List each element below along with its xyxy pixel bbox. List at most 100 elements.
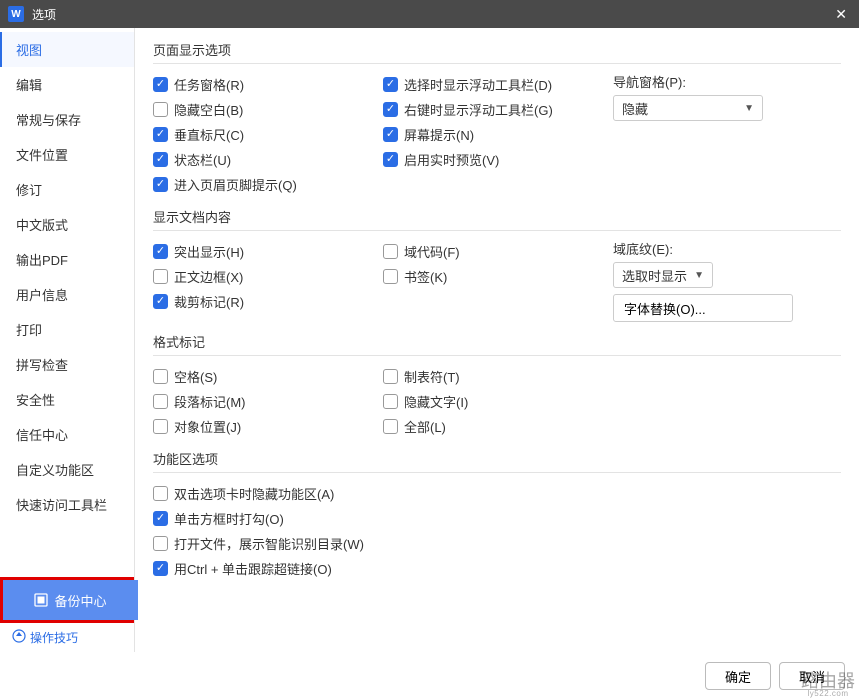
checkbox-label: 双击选项卡时隐藏功能区(A) [174,484,334,503]
checkbox-box [153,77,168,92]
checkbox[interactable]: 用Ctrl + 单击跟踪超链接(O) [153,559,841,578]
section-title: 格式标记 [153,332,841,356]
checkbox-box [153,294,168,309]
checkbox-box [383,77,398,92]
sidebar-item[interactable]: 拼写检查 [0,347,134,382]
checkbox-label: 隐藏空白(B) [174,100,243,119]
tips-link[interactable]: 操作技巧 [0,623,134,652]
titlebar: W 选项 ✕ [0,0,859,28]
sidebar-item[interactable]: 常规与保存 [0,102,134,137]
chevron-down-icon: ▼ [744,103,754,114]
sidebar-item[interactable]: 信任中心 [0,417,134,452]
nav-pane-value: 隐藏 [622,99,648,118]
checkbox[interactable]: 全部(L) [383,417,613,436]
checkbox[interactable]: 域代码(F) [383,242,613,261]
checkbox-box [383,102,398,117]
checkbox-box [153,269,168,284]
checkbox-label: 空格(S) [174,367,217,386]
section-format-marks: 格式标记 空格(S) 段落标记(M) 对象位置(J) 制表符(T) 隐藏文字(I) 全部… [153,332,841,439]
checkbox[interactable]: 任务窗格(R) [153,75,383,94]
sidebar-item[interactable]: 编辑 [0,67,134,102]
checkbox[interactable]: 状态栏(U) [153,150,383,169]
sidebar-item[interactable]: 中文版式 [0,207,134,242]
checkbox-box [153,369,168,384]
checkbox-label: 屏幕提示(N) [404,125,474,144]
checkbox[interactable]: 双击选项卡时隐藏功能区(A) [153,484,841,503]
sidebar-item[interactable]: 自定义功能区 [0,452,134,487]
app-icon: W [8,6,24,22]
section-title: 功能区选项 [153,449,841,473]
sidebar-item[interactable]: 修订 [0,172,134,207]
field-shading-select[interactable]: 选取时显示 ▼ [613,262,713,288]
checkbox[interactable]: 隐藏空白(B) [153,100,383,119]
checkbox[interactable]: 书签(K) [383,267,613,286]
sidebar-item[interactable]: 快速访问工具栏 [0,487,134,522]
sidebar-item[interactable]: 用户信息 [0,277,134,312]
font-substitution-button[interactable]: 字体替换(O)... [613,294,793,322]
checkbox-box [153,394,168,409]
checkbox-box [153,152,168,167]
checkbox-label: 突出显示(H) [174,242,244,261]
checkbox[interactable]: 制表符(T) [383,367,613,386]
checkbox-label: 右键时显示浮动工具栏(G) [404,100,553,119]
checkbox-label: 任务窗格(R) [174,75,244,94]
checkbox-label: 制表符(T) [404,367,460,386]
checkbox-label: 域代码(F) [404,242,460,261]
field-shading-value: 选取时显示 [622,266,687,285]
checkbox-label: 全部(L) [404,417,446,436]
sidebar-item[interactable]: 打印 [0,312,134,347]
cancel-button[interactable]: 取消 [779,662,845,690]
checkbox[interactable]: 对象位置(J) [153,417,383,436]
checkbox[interactable]: 单击方框时打勾(O) [153,509,841,528]
options-dialog: W 选项 ✕ 视图编辑常规与保存文件位置修订中文版式输出PDF用户信息打印拼写检… [0,0,859,700]
checkbox-label: 垂直标尺(C) [174,125,244,144]
checkbox[interactable]: 屏幕提示(N) [383,125,613,144]
checkbox[interactable]: 突出显示(H) [153,242,383,261]
tips-label: 操作技巧 [30,629,78,646]
checkbox-label: 正文边框(X) [174,267,243,286]
checkbox[interactable]: 裁剪标记(R) [153,292,383,311]
checkbox[interactable]: 选择时显示浮动工具栏(D) [383,75,613,94]
checkbox-box [153,536,168,551]
backup-label: 备份中心 [54,591,106,610]
checkbox[interactable]: 段落标记(M) [153,392,383,411]
checkbox[interactable]: 打开文件，展示智能识别目录(W) [153,534,841,553]
sidebar-item[interactable]: 输出PDF [0,242,134,277]
checkbox-box [153,177,168,192]
backup-highlight: 备份中心 [0,577,134,623]
checkbox[interactable]: 右键时显示浮动工具栏(G) [383,100,613,119]
checkbox-label: 选择时显示浮动工具栏(D) [404,75,552,94]
close-icon[interactable]: ✕ [831,6,851,23]
checkbox[interactable]: 空格(S) [153,367,383,386]
dialog-body: 视图编辑常规与保存文件位置修订中文版式输出PDF用户信息打印拼写检查安全性信任中… [0,28,859,652]
section-page-display: 页面显示选项 任务窗格(R) 隐藏空白(B) 垂直标尺(C) 状态栏(U) 进入页眉页脚… [153,40,841,197]
checkbox-box [383,244,398,259]
section-title: 页面显示选项 [153,40,841,64]
nav-pane-select[interactable]: 隐藏 ▼ [613,95,763,121]
sidebar-item[interactable]: 文件位置 [0,137,134,172]
checkbox[interactable]: 启用实时预览(V) [383,150,613,169]
checkbox-box [383,269,398,284]
checkbox-box [383,419,398,434]
checkbox-box [383,127,398,142]
checkbox-label: 段落标记(M) [174,392,246,411]
sidebar: 视图编辑常规与保存文件位置修订中文版式输出PDF用户信息打印拼写检查安全性信任中… [0,28,135,652]
watermark-sub: ly522.com [808,690,849,698]
nav-pane-label: 导航窗格(P): [613,72,793,91]
sidebar-item[interactable]: 安全性 [0,382,134,417]
backup-center-button[interactable]: 备份中心 [3,580,138,620]
content-panel: 页面显示选项 任务窗格(R) 隐藏空白(B) 垂直标尺(C) 状态栏(U) 进入页眉页脚… [135,28,859,652]
checkbox[interactable]: 正文边框(X) [153,267,383,286]
backup-icon [34,593,48,607]
checkbox[interactable]: 垂直标尺(C) [153,125,383,144]
sidebar-nav: 视图编辑常规与保存文件位置修订中文版式输出PDF用户信息打印拼写检查安全性信任中… [0,28,134,577]
checkbox-label: 用Ctrl + 单击跟踪超链接(O) [174,559,332,578]
sidebar-item[interactable]: 视图 [0,32,134,67]
checkbox-box [383,152,398,167]
checkbox-label: 进入页眉页脚提示(Q) [174,175,297,194]
checkbox-box [383,369,398,384]
ok-button[interactable]: 确定 [705,662,771,690]
checkbox[interactable]: 进入页眉页脚提示(Q) [153,175,383,194]
checkbox[interactable]: 隐藏文字(I) [383,392,613,411]
checkbox-box [383,394,398,409]
